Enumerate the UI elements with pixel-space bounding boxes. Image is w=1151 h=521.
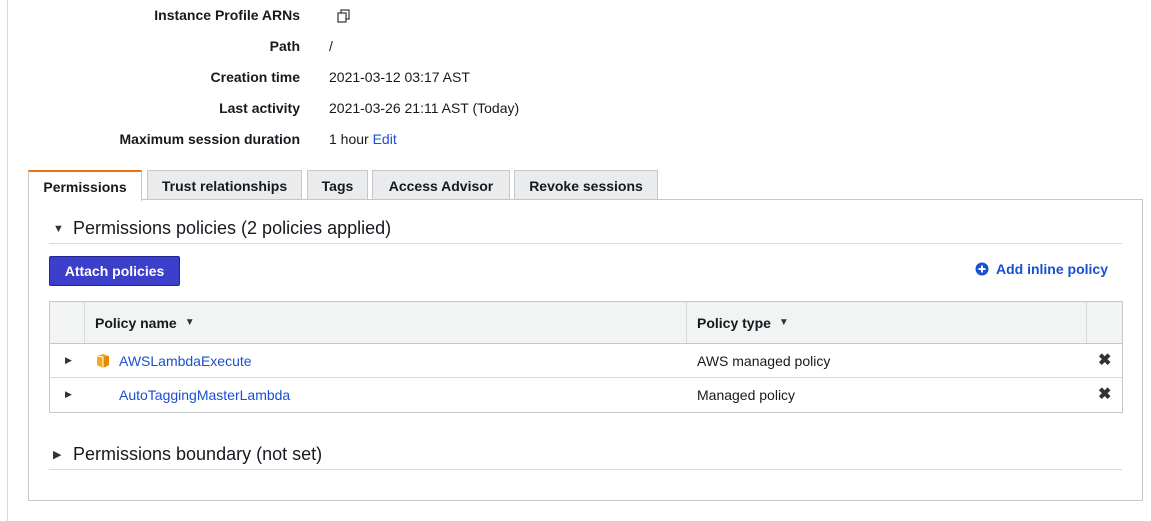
expand-row-icon[interactable]: ▶ xyxy=(65,355,72,366)
summary-row-creation-time: Creation time 2021-03-12 03:17 AST xyxy=(0,69,700,89)
column-header-label: Policy name xyxy=(95,314,177,331)
summary-value: / xyxy=(329,38,333,54)
tab-revoke-sessions[interactable]: Revoke sessions xyxy=(514,170,658,200)
attach-policies-button[interactable]: Attach policies xyxy=(49,256,180,286)
aws-managed-cube-icon xyxy=(96,354,109,368)
column-header-policy-type[interactable]: Policy type ▼ xyxy=(697,302,789,343)
tab-access-advisor[interactable]: Access Advisor xyxy=(372,170,510,200)
add-inline-policy-link[interactable]: Add inline policy xyxy=(975,261,1108,277)
column-divider xyxy=(84,302,85,343)
summary-key: Instance Profile ARNs xyxy=(154,7,300,23)
summary-row-last-activity: Last activity 2021-03-26 21:11 AST (Toda… xyxy=(0,100,700,120)
section-title: Permissions policies (2 policies applied… xyxy=(73,218,392,238)
column-header-policy-name[interactable]: Policy name ▼ xyxy=(95,302,195,343)
remove-policy-icon[interactable]: ✖ xyxy=(1098,350,1111,370)
remove-policy-icon[interactable]: ✖ xyxy=(1098,384,1111,404)
column-divider xyxy=(686,302,687,343)
summary-value: 2021-03-12 03:17 AST xyxy=(329,69,470,85)
policy-type: AWS managed policy xyxy=(697,353,831,369)
summary-row-instance-profile: Instance Profile ARNs xyxy=(0,7,700,27)
tab-permissions[interactable]: Permissions xyxy=(28,170,142,201)
policy-name-link[interactable]: AWSLambdaExecute xyxy=(119,353,252,369)
column-divider xyxy=(1086,302,1087,343)
summary-key: Last activity xyxy=(219,100,300,116)
summary-value: 2021-03-26 21:11 AST (Today) xyxy=(329,100,520,116)
tab-tags[interactable]: Tags xyxy=(307,170,368,200)
tab-trust-relationships[interactable]: Trust relationships xyxy=(147,170,302,200)
summary-key: Creation time xyxy=(210,69,300,85)
permissions-boundary-header[interactable]: ▶ Permissions boundary (not set) xyxy=(49,440,1122,470)
expand-row-icon[interactable]: ▶ xyxy=(65,389,72,400)
plus-circle-icon xyxy=(975,262,989,276)
summary-row-max-session: Maximum session duration 1 hour Edit xyxy=(0,131,700,151)
table-row: ▶ AWSLambdaExecute AWS managed policy ✖ xyxy=(50,344,1122,378)
section-title: Permissions boundary (not set) xyxy=(73,444,323,464)
sort-down-icon: ▼ xyxy=(778,317,789,328)
table-header: Policy name ▼ Policy type ▼ xyxy=(50,302,1122,344)
table-row: ▶ AutoTaggingMasterLambda Managed policy… xyxy=(50,378,1122,412)
add-inline-policy-label: Add inline policy xyxy=(995,261,1108,277)
policies-table: Policy name ▼ Policy type ▼ ▶ AWSLambdaE… xyxy=(49,301,1123,413)
caret-down-icon: ▼ xyxy=(53,222,64,235)
summary-row-path: Path / xyxy=(0,38,700,58)
caret-right-icon: ▶ xyxy=(53,449,62,461)
permissions-panel: ▼ Permissions policies (2 policies appli… xyxy=(28,199,1143,501)
sort-down-icon: ▼ xyxy=(184,317,195,328)
summary-key: Maximum session duration xyxy=(119,131,300,147)
policy-type: Managed policy xyxy=(697,387,796,403)
summary-key: Path xyxy=(269,38,300,54)
copy-icon[interactable] xyxy=(336,8,352,24)
column-header-label: Policy type xyxy=(697,314,771,331)
summary-value-group: 1 hour Edit xyxy=(329,131,397,147)
permissions-policies-header[interactable]: ▼ Permissions policies (2 policies appli… xyxy=(49,214,1122,244)
summary-value: 1 hour xyxy=(329,131,369,147)
edit-session-duration-link[interactable]: Edit xyxy=(373,131,397,147)
policy-name-link[interactable]: AutoTaggingMasterLambda xyxy=(119,387,290,403)
